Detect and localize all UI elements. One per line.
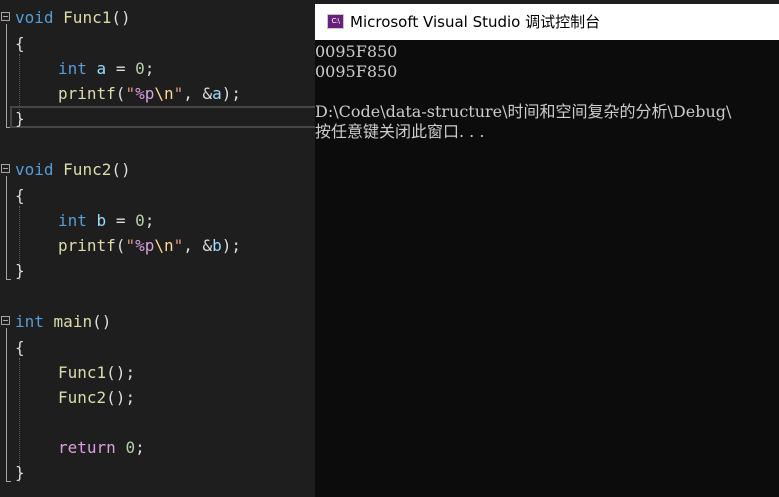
open-paren: ( bbox=[115, 84, 126, 103]
address-op: & bbox=[202, 236, 213, 255]
function-printf: printf bbox=[58, 236, 116, 255]
collapse-icon[interactable] bbox=[1, 164, 10, 173]
collapse-icon[interactable] bbox=[1, 12, 10, 21]
code-line-9[interactable]: int b = 0; bbox=[0, 208, 154, 234]
variable-b: b bbox=[212, 236, 222, 255]
assign-op: = bbox=[106, 59, 136, 78]
console-output-path: D:\Code\data-structure\时间和空间复杂的分析\Debug\ bbox=[315, 102, 732, 121]
function-main: main bbox=[53, 312, 93, 331]
code-line-13[interactable]: int main() bbox=[0, 309, 111, 335]
code-line-15[interactable]: Func1(); bbox=[0, 360, 135, 386]
function-name: Func2 bbox=[63, 160, 112, 179]
parens: () bbox=[111, 8, 131, 27]
string-quote: " bbox=[173, 236, 184, 255]
code-line-5[interactable]: } bbox=[0, 106, 58, 132]
number-literal: 0 bbox=[135, 211, 145, 230]
keyword-void: void bbox=[15, 8, 54, 27]
screen: void Func1() { int a = 0; printf("%p\n",… bbox=[0, 0, 779, 497]
string-quote: " bbox=[173, 84, 184, 103]
code-line-1[interactable]: void Func1() bbox=[0, 5, 131, 31]
open-brace: { bbox=[15, 34, 25, 53]
code-line-3[interactable]: int a = 0; bbox=[0, 56, 154, 82]
close-paren: ); bbox=[221, 84, 242, 103]
code-line-7[interactable]: void Func2() bbox=[0, 157, 131, 183]
code-line-8[interactable]: { bbox=[0, 183, 58, 209]
keyword-int: int bbox=[15, 312, 44, 331]
semicolon: ; bbox=[135, 438, 145, 457]
parens: () bbox=[92, 312, 112, 331]
open-paren: ( bbox=[115, 236, 126, 255]
call-parens: (); bbox=[106, 363, 136, 382]
debug-console-window[interactable]: C:\ Microsoft Visual Studio 调试控制台 0095F8… bbox=[315, 4, 779, 497]
semicolon: ; bbox=[144, 59, 155, 78]
console-press-any-key: 按任意键关闭此窗口. . . bbox=[315, 122, 485, 141]
keyword-return: return bbox=[58, 438, 116, 457]
assign-op: = bbox=[106, 211, 136, 230]
keyword-int: int bbox=[58, 59, 87, 78]
open-brace: { bbox=[15, 186, 25, 205]
address-op: & bbox=[202, 84, 213, 103]
variable-a: a bbox=[212, 84, 222, 103]
close-paren: ); bbox=[221, 236, 242, 255]
variable-b: b bbox=[96, 211, 107, 230]
keyword-void: void bbox=[15, 160, 54, 179]
format-specifier: %p bbox=[135, 84, 155, 103]
call-parens: (); bbox=[106, 388, 136, 407]
number-literal: 0 bbox=[125, 438, 136, 457]
code-line-16[interactable]: Func2(); bbox=[0, 385, 135, 411]
keyword-int: int bbox=[58, 211, 87, 230]
escape-sequence: \n bbox=[154, 236, 174, 255]
function-printf: printf bbox=[58, 84, 116, 103]
console-title: Microsoft Visual Studio 调试控制台 bbox=[350, 13, 601, 31]
comma: , bbox=[183, 236, 203, 255]
variable-a: a bbox=[96, 59, 107, 78]
close-brace: } bbox=[15, 261, 25, 280]
parens: () bbox=[111, 160, 131, 179]
string-quote: " bbox=[125, 236, 136, 255]
code-line-4[interactable]: printf("%p\n", &a); bbox=[0, 81, 241, 107]
collapse-icon[interactable] bbox=[1, 316, 10, 325]
code-line-14[interactable]: { bbox=[0, 335, 58, 361]
call-func2: Func2 bbox=[58, 388, 107, 407]
console-titlebar[interactable]: C:\ Microsoft Visual Studio 调试控制台 bbox=[315, 4, 779, 40]
console-output-line: 0095F850 bbox=[315, 42, 398, 61]
comma: , bbox=[183, 84, 203, 103]
code-line-11[interactable]: } bbox=[0, 258, 58, 284]
code-line-10[interactable]: printf("%p\n", &b); bbox=[0, 233, 241, 259]
escape-sequence: \n bbox=[154, 84, 174, 103]
string-quote: " bbox=[125, 84, 136, 103]
call-func1: Func1 bbox=[58, 363, 107, 382]
function-name: Func1 bbox=[63, 8, 112, 27]
console-app-icon: C:\ bbox=[327, 14, 344, 29]
semicolon: ; bbox=[144, 211, 155, 230]
console-output[interactable]: 0095F850 0095F850 D:\Code\data-structure… bbox=[315, 40, 779, 497]
console-output-line: 0095F850 bbox=[315, 62, 398, 81]
code-line-19[interactable]: } bbox=[0, 460, 58, 486]
code-editor[interactable]: void Func1() { int a = 0; printf("%p\n",… bbox=[0, 0, 316, 497]
close-brace: } bbox=[15, 463, 25, 482]
format-specifier: %p bbox=[135, 236, 155, 255]
number-literal: 0 bbox=[135, 59, 145, 78]
code-line-18[interactable]: return 0; bbox=[0, 435, 145, 461]
code-line-2[interactable]: { bbox=[0, 31, 58, 57]
close-brace: } bbox=[15, 109, 25, 128]
open-brace: { bbox=[15, 338, 25, 357]
